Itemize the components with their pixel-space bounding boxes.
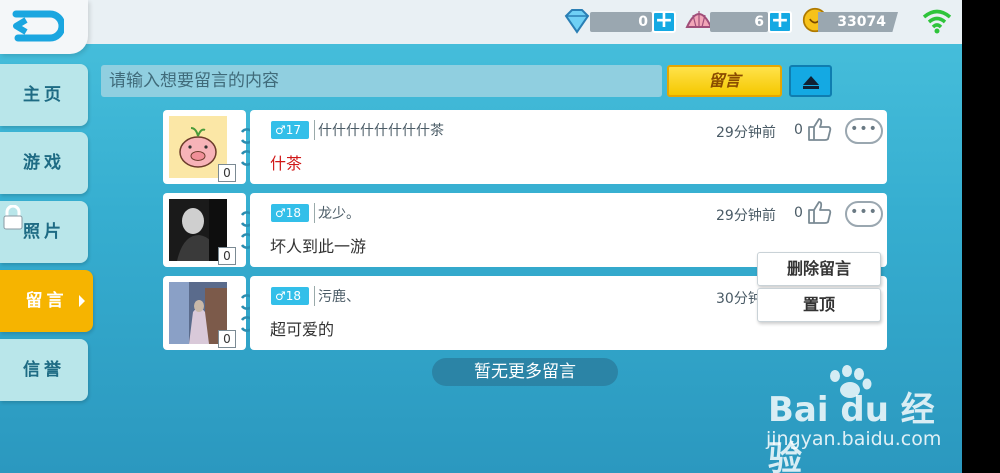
sidebar-item-messages[interactable]: 留言	[0, 270, 93, 332]
avatar-count: 0	[218, 330, 236, 348]
diamond-count: 0	[590, 12, 652, 32]
sidebar-item-games[interactable]: 游戏	[0, 132, 88, 194]
avatar-count: 0	[218, 164, 236, 182]
sidebar-item-home[interactable]: 主页	[0, 64, 88, 126]
avatar-count: 0	[218, 247, 236, 265]
coin-count: 33074	[818, 12, 898, 32]
avatar[interactable]: 0	[163, 276, 246, 350]
avatar[interactable]: 0	[163, 110, 246, 184]
game-screen: 0 + 6 + 33074 主页 游戏 照片 留言 信誉 请输入想要留言的内容 …	[0, 0, 962, 473]
no-more-messages-label: 暂无更多留言	[432, 358, 618, 386]
back-arrow-icon[interactable]	[12, 8, 64, 42]
gender-level-badge: ♂18	[271, 204, 309, 222]
sidebar-item-reputation[interactable]: 信誉	[0, 339, 88, 401]
sidebar-item-label: 主页	[23, 85, 65, 105]
lock-icon	[3, 205, 23, 230]
screen-border	[962, 0, 1000, 473]
diamond-counter: 0 +	[590, 10, 676, 33]
add-shell-button[interactable]: +	[768, 10, 792, 33]
chevron-right-icon	[79, 295, 85, 307]
message-time: 29分钟前	[716, 208, 776, 224]
back-tab	[0, 0, 88, 54]
gender-level-badge: ♂18	[271, 287, 309, 305]
post-message-button[interactable]: 留言	[667, 65, 782, 97]
add-diamond-button[interactable]: +	[652, 10, 676, 33]
shell-counter: 6 +	[710, 10, 792, 33]
watermark-url: jingyan.baidu.com	[766, 428, 942, 450]
sidebar-item-label: 游戏	[23, 153, 65, 173]
message-text: 坏人到此一游	[270, 237, 367, 256]
message-text: 什茶	[270, 154, 303, 173]
message-card: ♂17 什什什什什什什什茶 什茶 29分钟前 0 •••	[250, 110, 887, 184]
arrow-up-icon	[803, 76, 819, 85]
delete-message-menu-item[interactable]: 删除留言	[757, 252, 881, 286]
thumbs-up-icon[interactable]	[806, 116, 834, 142]
more-options-button[interactable]: •••	[845, 201, 883, 227]
username[interactable]: 什什什什什什什什茶	[314, 120, 444, 140]
message-time: 30分钟	[716, 291, 762, 307]
avatar[interactable]: 0	[163, 193, 246, 267]
more-options-button[interactable]: •••	[845, 118, 883, 144]
scroll-top-button[interactable]	[789, 65, 832, 97]
sidebar-item-label: 照片	[23, 222, 65, 242]
shell-count: 6	[710, 12, 768, 32]
like-count: 0	[794, 122, 803, 138]
gender-level-badge: ♂17	[271, 121, 309, 139]
wifi-icon	[922, 9, 952, 34]
diamond-icon	[564, 9, 590, 34]
message-input[interactable]: 请输入想要留言的内容	[101, 65, 662, 97]
username[interactable]: 龙少。	[314, 203, 360, 223]
username[interactable]: 污鹿、	[314, 286, 360, 306]
message-time: 29分钟前	[716, 125, 776, 141]
pin-message-menu-item[interactable]: 置顶	[757, 288, 881, 322]
thumbs-up-icon[interactable]	[806, 199, 834, 225]
like-count: 0	[794, 205, 803, 221]
sidebar-item-label: 留言	[25, 291, 68, 311]
sidebar-item-label: 信誉	[23, 360, 65, 380]
message-text: 超可爱的	[270, 320, 335, 339]
